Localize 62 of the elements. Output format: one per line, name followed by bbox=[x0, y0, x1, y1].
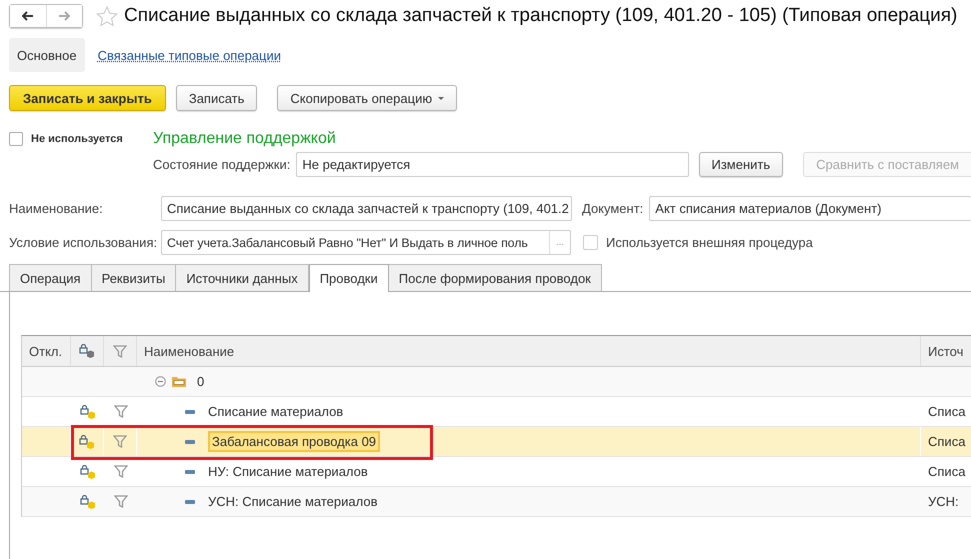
filter-icon bbox=[113, 344, 127, 358]
field-label: Наименование: bbox=[9, 201, 104, 216]
tab[interactable]: После формирования проводок bbox=[388, 264, 602, 291]
entry-name: Списание материалов bbox=[208, 404, 344, 419]
section-link[interactable]: Основное bbox=[9, 38, 85, 72]
checkbox[interactable] bbox=[583, 235, 598, 250]
copy-dropdown-button[interactable]: Скопировать операцию bbox=[277, 85, 458, 111]
lock-cube-icon bbox=[79, 434, 95, 448]
section-title: Управление поддержкой bbox=[153, 130, 336, 148]
checkbox[interactable] bbox=[9, 132, 23, 146]
table-cell: Списа bbox=[928, 404, 966, 419]
tab[interactable]: Реквизиты bbox=[92, 264, 176, 291]
table-cell: Списа bbox=[928, 434, 966, 449]
group-name: 0 bbox=[197, 374, 204, 389]
edit-button[interactable]: Изменить bbox=[698, 152, 784, 177]
star-icon[interactable] bbox=[96, 6, 118, 26]
checkbox-label: Не используется bbox=[31, 133, 123, 145]
column-header[interactable]: Источ bbox=[928, 344, 964, 358]
entry-icon bbox=[185, 410, 195, 414]
lock-cube-icon bbox=[79, 344, 95, 358]
field-label: Документ: bbox=[582, 201, 644, 216]
entry-name: НУ: Списание материалов bbox=[208, 464, 368, 479]
collapse-icon[interactable] bbox=[155, 376, 166, 387]
field-label: Состояние поддержки: bbox=[153, 157, 290, 172]
entry-icon bbox=[185, 500, 195, 504]
checkbox-label: Используется внешняя процедура bbox=[606, 235, 813, 250]
filter-icon bbox=[114, 465, 128, 478]
tab[interactable]: Источники данных bbox=[176, 264, 309, 291]
section-link[interactable]: Связанные типовые операции bbox=[98, 38, 282, 72]
input-field[interactable]: Не редактируется bbox=[296, 152, 688, 177]
group-row[interactable]: 0 bbox=[22, 367, 971, 397]
input-field[interactable]: Списание выданных со склада запчастей к транспорту (109, 401.2 bbox=[161, 196, 572, 221]
save-button[interactable]: Записать bbox=[176, 85, 258, 111]
lock-cube-icon bbox=[80, 494, 96, 508]
lock-cube-icon bbox=[80, 404, 96, 418]
column-header[interactable]: Откл. bbox=[29, 344, 62, 358]
input-field[interactable]: Счет учета.Забалансовый Равно "Нет" И Выдать в личное поль ... bbox=[161, 230, 571, 255]
filter-icon bbox=[114, 405, 128, 418]
table-cell: УСН: bbox=[928, 494, 959, 509]
tab[interactable]: Проводки bbox=[308, 264, 389, 292]
folder-icon bbox=[171, 375, 187, 388]
entry-name: УСН: Списание материалов bbox=[208, 494, 378, 509]
entry-icon bbox=[185, 470, 195, 474]
filter-icon bbox=[113, 435, 127, 448]
lock-cube-icon bbox=[80, 464, 96, 478]
field-label: Условие использования: bbox=[9, 235, 158, 250]
back-button[interactable] bbox=[10, 5, 46, 27]
tab[interactable]: Операция bbox=[9, 264, 92, 291]
arrow-left-icon bbox=[22, 11, 34, 21]
entry-icon bbox=[185, 440, 195, 444]
filter-icon bbox=[114, 495, 128, 508]
save-close-button[interactable]: Записать и закрыть bbox=[9, 85, 166, 111]
column-header[interactable]: Наименование bbox=[144, 344, 234, 358]
field-value: Счет учета.Забалансовый Равно "Нет" И Выдать в личное поль bbox=[167, 236, 529, 250]
entry-name: Забалансовая проводка 09 bbox=[208, 431, 380, 452]
arrow-right-icon bbox=[58, 11, 70, 21]
caret-icon bbox=[438, 96, 444, 100]
table-row[interactable]: УСН: Списание материалов УСН: bbox=[22, 487, 971, 517]
window-title: Списание выданных со склада запчастей к транспорту (109, 401.20 - 105) (Типовая операция) bbox=[124, 5, 958, 27]
input-field[interactable]: Акт списания материалов (Документ) bbox=[649, 196, 971, 221]
table-row[interactable]: Забалансовая проводка 09 Списа bbox=[22, 427, 971, 457]
table-cell: Списа bbox=[928, 464, 966, 479]
